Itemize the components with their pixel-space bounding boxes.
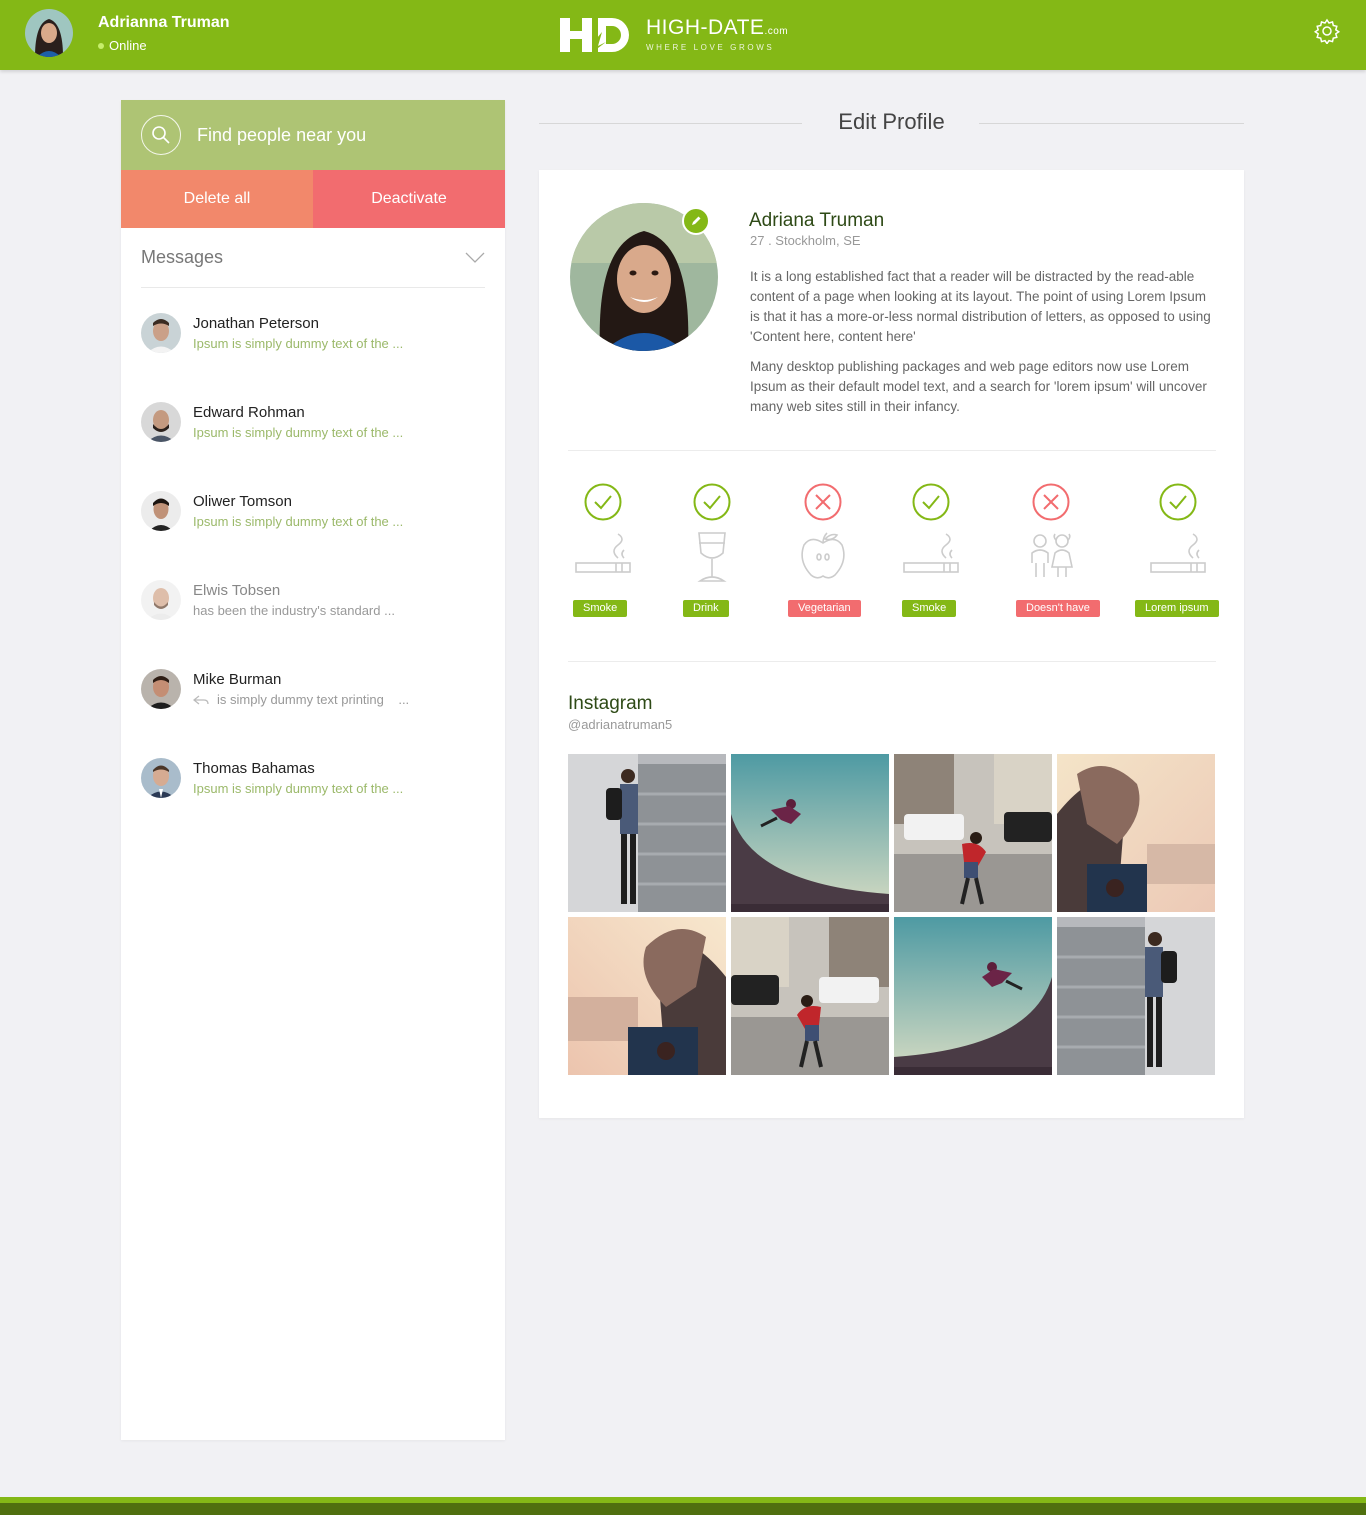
find-people-button[interactable]: Find people near you — [121, 100, 505, 170]
message-list: Jonathan Peterson Ipsum is simply dummy … — [121, 288, 505, 822]
current-user-name: Adrianna Truman — [98, 14, 230, 31]
message-sender: Jonathan Peterson — [193, 315, 319, 332]
message-item-edward-rohman[interactable]: Edward Rohman Ipsum is simply dummy text… — [121, 377, 505, 466]
top-bar: Adrianna Truman Online HIGH-DATE.com WHE… — [0, 0, 1366, 70]
search-icon — [141, 115, 181, 155]
profile-bio-paragraph: It is a long established fact that a rea… — [750, 269, 1211, 344]
habit-label: Doesn't have — [1016, 600, 1100, 617]
edit-photo-button[interactable] — [682, 207, 710, 235]
divider — [979, 123, 1244, 124]
instagram-title: Instagram — [568, 693, 653, 714]
user-avatar[interactable] — [25, 9, 73, 57]
instagram-photo-shoes-car-selfie[interactable] — [1057, 754, 1215, 912]
cross-circle-icon — [1032, 483, 1070, 521]
avatar — [141, 402, 181, 442]
message-item-elwis-tobsen[interactable]: Elwis Tobsen has been the industry's sta… — [121, 555, 505, 644]
message-sender: Edward Rohman — [193, 404, 305, 421]
check-circle-icon — [584, 483, 622, 521]
page-title: Edit Profile — [838, 109, 945, 134]
check-circle-icon — [693, 483, 731, 521]
message-sender: Oliwer Tomson — [193, 493, 292, 510]
cigarette-icon — [575, 533, 631, 573]
habit-label: Lorem ipsum — [1135, 600, 1219, 617]
avatar — [141, 313, 181, 353]
check-circle-icon — [912, 483, 950, 521]
habit-label: Smoke — [902, 600, 957, 617]
avatar — [141, 491, 181, 531]
profile-meta: 27 . Stockholm, SE — [750, 233, 861, 248]
avatar — [141, 580, 181, 620]
page-title-row: Edit Profile — [539, 108, 1244, 138]
online-status-label: Online — [109, 38, 147, 53]
logo-name: HIGH-DATE — [646, 15, 765, 39]
chevron-down-icon — [465, 252, 485, 263]
profile-card: Adriana Truman 27 . Stockholm, SE It is … — [539, 170, 1244, 1118]
avatar — [141, 669, 181, 709]
message-sender: Thomas Bahamas — [193, 760, 315, 777]
message-preview: Ipsum is simply dummy text of the ... — [193, 425, 404, 440]
message-sender: Mike Burman — [193, 671, 282, 688]
habit-label: Smoke — [573, 600, 628, 617]
instagram-photo-man-red-shirt-street-2[interactable] — [731, 917, 889, 1075]
instagram-photo-man-by-train[interactable] — [568, 754, 726, 912]
footer-bar — [0, 1497, 1366, 1515]
profile-name: Adriana Truman — [749, 210, 885, 231]
profile-bio-paragraph: Many desktop publishing packages and web… — [750, 359, 1207, 414]
divider — [568, 450, 1216, 451]
find-people-label: Find people near you — [197, 124, 367, 145]
instagram-photo-man-red-shirt-street[interactable] — [894, 754, 1052, 912]
message-item-thomas-bahamas[interactable]: Thomas Bahamas Ipsum is simply dummy tex… — [121, 733, 505, 822]
gear-icon[interactable] — [1314, 18, 1340, 44]
message-sender: Elwis Tobsen — [193, 582, 281, 599]
divider — [568, 661, 1216, 662]
brand-logo[interactable]: HIGH-DATE.com WHERE LOVE GROWS — [558, 14, 788, 54]
instagram-photo-man-by-train-2[interactable] — [1057, 917, 1215, 1075]
message-preview: Ipsum is simply dummy text of the ... — [193, 336, 404, 351]
logo-tagline: WHERE LOVE GROWS — [646, 42, 775, 52]
instagram-photo-shoes-car-selfie-2[interactable] — [568, 917, 726, 1075]
logo-suffix: .com — [764, 25, 789, 37]
messages-label: Messages — [141, 247, 224, 267]
message-preview: Ipsum is simply dummy text of the ... — [193, 781, 404, 796]
avatar — [141, 758, 181, 798]
instagram-photo-skateboarder-jump-2[interactable] — [894, 917, 1052, 1075]
habit-label: Vegetarian — [788, 600, 861, 617]
online-status: Online — [98, 38, 147, 53]
check-circle-icon — [1159, 483, 1197, 521]
apple-icon — [801, 532, 845, 579]
online-dot-icon — [98, 42, 104, 49]
message-preview: has been the industry's standard ... — [193, 603, 395, 618]
cigarette-icon — [1150, 533, 1206, 573]
delete-all-button[interactable]: Delete all — [121, 170, 313, 228]
deactivate-button[interactable]: Deactivate — [313, 170, 505, 228]
logo-mark-icon — [560, 18, 629, 52]
message-preview: is simply dummy text printing ... — [217, 692, 410, 707]
cross-circle-icon — [804, 483, 842, 521]
cigarette-icon — [903, 533, 959, 573]
instagram-photo-skateboarder-jump[interactable] — [731, 754, 889, 912]
reply-icon — [193, 694, 209, 705]
instagram-handle[interactable]: @adrianatruman5 — [568, 717, 672, 732]
message-preview: Ipsum is simply dummy text of the ... — [193, 514, 404, 529]
sidebar: Find people near you Delete all Deactiva… — [121, 100, 505, 1440]
messages-dropdown[interactable]: Messages — [141, 228, 485, 288]
wine-glass-icon — [697, 532, 727, 582]
pencil-icon — [692, 216, 701, 225]
kids-icon — [1031, 533, 1073, 577]
habit-label: Drink — [683, 600, 729, 617]
message-item-oliwer-tomson[interactable]: Oliwer Tomson Ipsum is simply dummy text… — [121, 466, 505, 555]
message-item-jonathan-peterson[interactable]: Jonathan Peterson Ipsum is simply dummy … — [121, 288, 505, 377]
message-item-mike-burman[interactable]: Mike Burman is simply dummy text printin… — [121, 644, 505, 733]
